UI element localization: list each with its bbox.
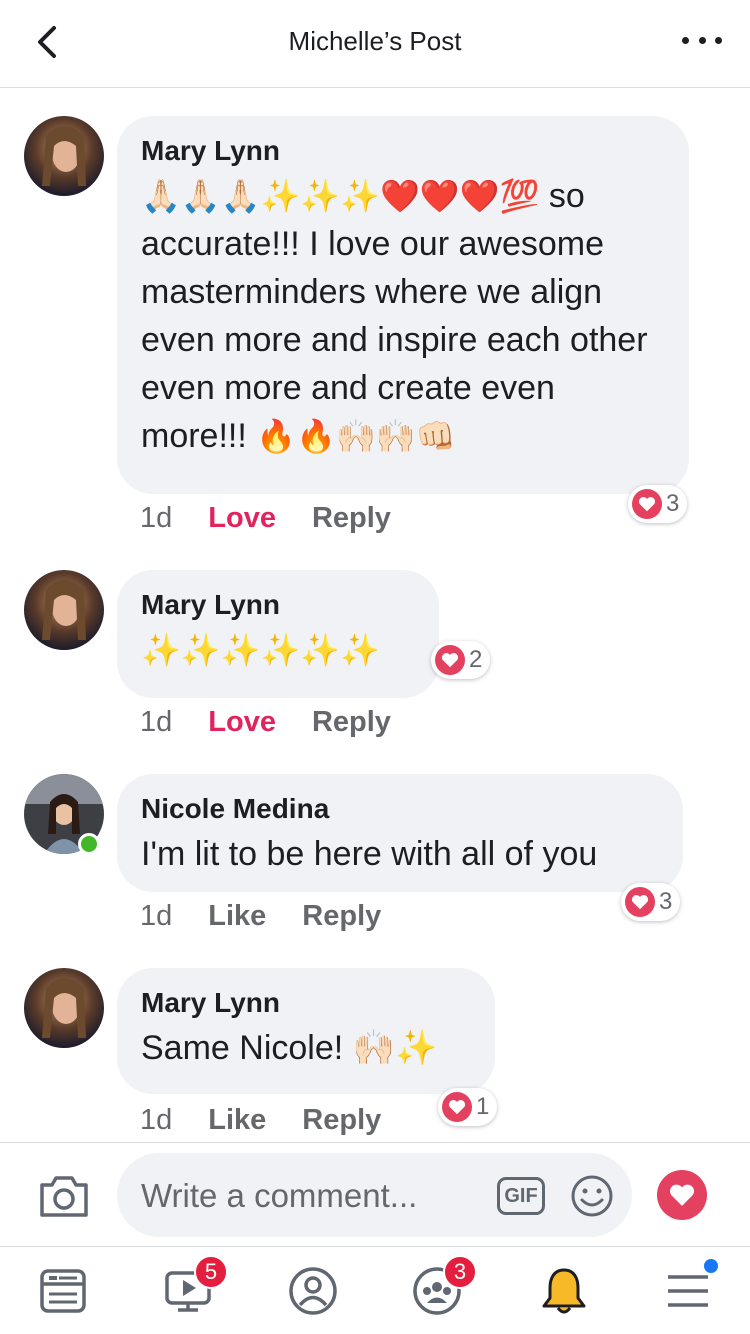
notification-badge: 5 <box>194 1255 228 1289</box>
gif-button[interactable]: GIF <box>497 1177 545 1215</box>
comment-body: so accurate!!! I love our awesome master… <box>141 177 648 455</box>
tab-menu[interactable] <box>662 1259 718 1317</box>
reaction-count: 3 <box>666 490 680 517</box>
tab-watch[interactable]: 5 <box>162 1255 228 1317</box>
reaction-summary[interactable]: 1 <box>438 1088 498 1126</box>
love-reaction-icon <box>435 645 465 675</box>
avatar[interactable] <box>24 968 104 1048</box>
tab-profile[interactable] <box>287 1265 339 1317</box>
camera-button[interactable] <box>38 1173 90 1219</box>
comment-bubble[interactable]: Mary Lynn ✨✨✨✨✨✨ <box>117 570 439 698</box>
comment-actions: 1d Like Reply <box>140 1104 381 1137</box>
love-button[interactable]: Love <box>208 502 276 535</box>
bottom-tab-bar: 5 3 <box>0 1246 750 1334</box>
tab-groups[interactable]: 3 <box>411 1255 477 1317</box>
avatar[interactable] <box>24 116 104 196</box>
page-title: Michelle’s Post <box>288 26 462 56</box>
online-status-indicator <box>78 833 100 855</box>
comment-timestamp[interactable]: 1d <box>140 1104 172 1137</box>
comment-bubble[interactable]: Mary Lynn Same Nicole! 🙌🏻✨ <box>117 968 495 1094</box>
reply-button[interactable]: Reply <box>302 900 381 933</box>
reaction-count: 1 <box>476 1093 490 1120</box>
smiley-icon <box>571 1175 613 1217</box>
emoji-button[interactable] <box>570 1174 614 1218</box>
love-reaction-icon <box>442 1092 472 1122</box>
comment-author[interactable]: Mary Lynn <box>141 134 665 168</box>
comment-input-placeholder: Write a comment... <box>141 1177 418 1214</box>
reply-button[interactable]: Reply <box>302 1104 381 1137</box>
like-button[interactable]: Like <box>208 1104 266 1137</box>
comment-actions: 1d Like Reply <box>140 900 381 933</box>
like-button[interactable]: Like <box>208 900 266 933</box>
comment-bubble[interactable]: Mary Lynn 🙏🏻🙏🏻🙏🏻✨✨✨❤️❤️❤️💯 so accurate!!… <box>117 116 689 494</box>
notifications-bell-icon <box>542 1268 586 1314</box>
love-reaction-icon <box>625 887 655 917</box>
love-reaction-icon <box>632 489 662 519</box>
comment-author[interactable]: Nicole Medina <box>141 792 659 826</box>
tab-news-feed[interactable] <box>37 1265 89 1317</box>
comment-author[interactable]: Mary Lynn <box>141 588 415 622</box>
love-button[interactable]: Love <box>208 706 276 739</box>
reply-button[interactable]: Reply <box>312 706 391 739</box>
reaction-summary[interactable]: 2 <box>431 641 491 679</box>
emoji-sequence: 🙏🏻🙏🏻🙏🏻✨✨✨❤️❤️❤️💯 <box>141 177 540 215</box>
new-activity-dot <box>704 1259 718 1273</box>
news-feed-icon <box>40 1269 86 1313</box>
comment-author[interactable]: Mary Lynn <box>141 986 471 1020</box>
comment-text: 🙏🏻🙏🏻🙏🏻✨✨✨❤️❤️❤️💯 so accurate!!! I love o… <box>141 172 665 460</box>
reaction-summary[interactable]: 3 <box>628 485 688 523</box>
comment-composer: Write a comment... GIF <box>0 1142 750 1246</box>
comment-body: Same Nicole! 🙌🏻✨ <box>141 1029 438 1067</box>
comment-actions: 1d Love Reply <box>140 502 391 535</box>
comment-input[interactable]: Write a comment... GIF <box>117 1153 632 1237</box>
more-options-button[interactable] <box>682 28 722 52</box>
profile-icon <box>289 1267 337 1315</box>
menu-icon <box>668 1275 708 1307</box>
tab-notifications[interactable] <box>538 1265 590 1317</box>
header: Michelle’s Post <box>0 0 750 88</box>
comment-body: ✨✨✨✨✨✨ <box>141 631 381 669</box>
comment-timestamp[interactable]: 1d <box>140 502 172 535</box>
reaction-count: 3 <box>659 888 673 915</box>
notification-badge: 3 <box>443 1255 477 1289</box>
comment-body: I'm lit to be here with all of you <box>141 835 598 873</box>
heart-icon <box>669 1184 695 1206</box>
comment-actions: 1d Love Reply <box>140 706 391 739</box>
avatar[interactable] <box>24 570 104 650</box>
comment-timestamp[interactable]: 1d <box>140 706 172 739</box>
more-horizontal-icon <box>682 36 689 44</box>
love-reaction-button[interactable] <box>657 1170 707 1220</box>
reply-button[interactable]: Reply <box>312 502 391 535</box>
reaction-summary[interactable]: 3 <box>621 883 681 921</box>
comment-timestamp[interactable]: 1d <box>140 900 172 933</box>
reaction-count: 2 <box>469 646 483 673</box>
emoji-sequence: 🔥🔥🙌🏻🙌🏻👊🏻 <box>256 417 456 455</box>
comment-bubble[interactable]: Nicole Medina I'm lit to be here with al… <box>117 774 683 892</box>
camera-icon <box>40 1176 88 1217</box>
